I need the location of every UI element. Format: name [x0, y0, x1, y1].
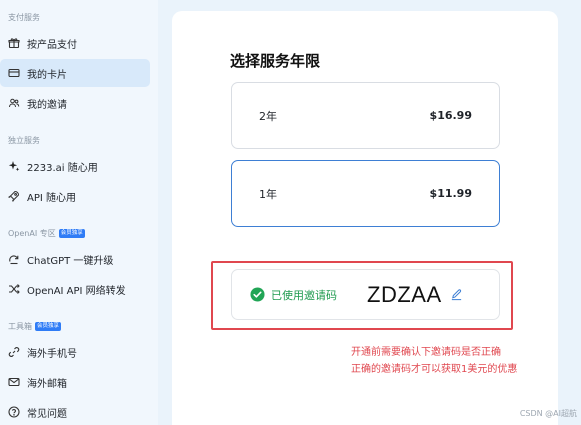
- section-label-text: 工具箱: [8, 322, 32, 331]
- mail-icon: [8, 376, 20, 388]
- section-label-openai: OpenAI 专区 会员独享: [8, 228, 85, 239]
- sidebar-item-label: 我的卡片: [27, 69, 67, 81]
- plan-price: $16.99: [429, 109, 472, 122]
- watermark: CSDN @AI超航: [519, 409, 577, 418]
- sidebar-item-label: 按产品支付: [27, 39, 77, 51]
- users-icon: [8, 97, 20, 109]
- plan-option-2-years[interactable]: 2年 $16.99: [231, 82, 500, 149]
- sidebar-item-my-cards[interactable]: 我的卡片: [0, 59, 150, 87]
- card-icon: [8, 67, 20, 79]
- section-label-standalone: 独立服务: [8, 135, 40, 146]
- plan-price: $11.99: [429, 187, 472, 200]
- sidebar-item-chatgpt-upgrade[interactable]: ChatGPT 一键升级: [0, 245, 150, 273]
- sidebar-item-overseas-email[interactable]: 海外邮箱: [0, 368, 150, 396]
- sidebar-item-faq[interactable]: 常见问题: [0, 398, 150, 425]
- section-label-payment: 支付服务: [8, 12, 40, 23]
- member-badge: 会员独享: [35, 322, 62, 331]
- sidebar-item-label: 海外手机号: [27, 348, 77, 360]
- annotation-note-line-1: 开通前需要确认下邀请码是否正确: [351, 347, 501, 358]
- page-title: 选择服务年限: [230, 52, 321, 70]
- sidebar: 支付服务 按产品支付 我的卡片 我的邀请 独立服务 2233.ai 随心用 AP…: [0, 0, 158, 425]
- plan-option-1-year[interactable]: 1年 $11.99: [231, 160, 500, 227]
- help-icon: [8, 406, 20, 418]
- section-label-text: 独立服务: [8, 136, 40, 145]
- annotation-highlight-frame: [211, 261, 513, 330]
- section-label-text: OpenAI 专区: [8, 229, 56, 238]
- sidebar-item-label: 我的邀请: [27, 99, 67, 111]
- sidebar-item-overseas-phone[interactable]: 海外手机号: [0, 338, 150, 366]
- sidebar-item-label: API 随心用: [27, 192, 76, 204]
- sidebar-item-label: 2233.ai 随心用: [27, 162, 98, 174]
- plan-name: 1年: [259, 187, 277, 201]
- section-label-text: 支付服务: [8, 13, 40, 22]
- sidebar-item-openai-api-forward[interactable]: OpenAI API 网络转发: [0, 275, 150, 303]
- gift-icon: [8, 37, 20, 49]
- sidebar-item-api[interactable]: API 随心用: [0, 182, 150, 210]
- sidebar-item-label: ChatGPT 一键升级: [27, 255, 114, 267]
- shuffle-icon: [8, 283, 20, 295]
- member-badge: 会员独享: [58, 229, 85, 238]
- sidebar-item-pay-by-product[interactable]: 按产品支付: [0, 29, 150, 57]
- section-label-toolbox: 工具箱 会员独享: [8, 321, 62, 332]
- plan-name: 2年: [259, 109, 277, 123]
- sidebar-item-label: 常见问题: [27, 408, 67, 420]
- sidebar-item-label: 海外邮箱: [27, 378, 67, 390]
- sidebar-item-2233ai[interactable]: 2233.ai 随心用: [0, 152, 150, 180]
- rocket-icon: [8, 190, 20, 202]
- annotation-note-line-2: 正确的邀请码才可以获取1美元的优惠: [351, 364, 518, 375]
- sparkle-icon: [8, 160, 20, 172]
- upgrade-icon: [8, 253, 20, 265]
- link-icon: [8, 346, 20, 358]
- sidebar-item-label: OpenAI API 网络转发: [27, 285, 126, 297]
- sidebar-item-my-invites[interactable]: 我的邀请: [0, 89, 150, 117]
